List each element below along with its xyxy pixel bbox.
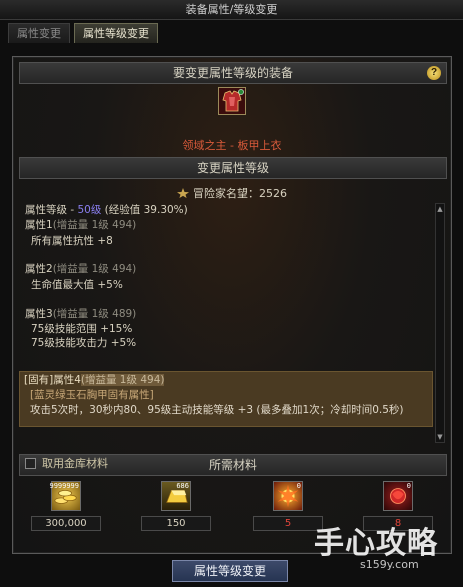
gold-bar-icon[interactable]: 686	[161, 481, 191, 511]
watermark-main: 手心攻略	[314, 526, 438, 561]
armor-icon	[219, 88, 245, 114]
use-storage-label: 取用金库材料	[42, 457, 108, 470]
tab-attribute-level-change[interactable]: 属性等级变更	[74, 23, 158, 43]
equipment-slot[interactable]	[218, 87, 246, 115]
materials-section-title: 所需材料	[208, 458, 257, 472]
fixed-attribute-title: [固有]属性4(增益量 1级 494)	[24, 374, 165, 386]
fixed-attribute-description: 攻击5次时，30秒内80、95级主动技能等级 +3 (最多叠加1次；冷却时间0.…	[30, 404, 404, 416]
attribute-level-change-button[interactable]: 属性等级变更	[172, 560, 288, 582]
equipment-name: 领域之主 - 板甲上衣	[182, 139, 282, 152]
attribute-scrollbar[interactable]: ▲ ▼	[435, 203, 445, 443]
material-badge: 0	[406, 482, 411, 490]
fixed-attribute-4[interactable]: [固有]属性4(增益量 1级 494) [蓝灵绿玉石胸甲固有属性] 攻击5次时，…	[19, 371, 433, 427]
tab-attribute-change[interactable]: 属性变更	[8, 23, 70, 43]
material-gold-bar: 686 150	[141, 481, 211, 531]
help-icon[interactable]: ?	[427, 66, 441, 80]
equip-section-header: 要变更属性等级的装备 ?	[19, 62, 447, 84]
attribute-2-effect: 生命值最大值 +5%	[31, 279, 123, 291]
tab-bar: 属性变更 属性等级变更	[8, 23, 158, 45]
material-amount: 150	[141, 516, 211, 531]
fame-icon	[177, 188, 189, 198]
scroll-up-arrow-icon[interactable]: ▲	[436, 204, 444, 214]
material-amount: 300,000	[31, 516, 101, 531]
adventurer-fame: 冒险家名望：2526	[13, 185, 451, 201]
main-panel: 要变更属性等级的装备 ? 领域之主 - 板甲上衣 变更属性等级 冒险家名望：25…	[12, 56, 452, 554]
material-gold: 9999999 300,000	[31, 481, 101, 531]
attribute-1-title: 属性1(增益量 1级 494)	[25, 219, 137, 231]
attribute-1-effect: 所有属性抗性 +8	[31, 235, 113, 247]
fame-label: 冒险家名望：2526	[193, 187, 287, 200]
change-section-title: 变更属性等级	[196, 161, 269, 175]
material-badge: 0	[296, 482, 301, 490]
attribute-3-title: 属性3(增益量 1级 489)	[25, 308, 137, 320]
material-badge: 686	[176, 482, 189, 490]
attribute-2-title: 属性2(增益量 1级 494)	[25, 263, 137, 275]
red-orb-icon[interactable]: 0	[383, 481, 413, 511]
equip-section-title: 要变更属性等级的装备	[172, 66, 293, 80]
gold-coins-icon[interactable]: 9999999	[49, 481, 81, 511]
attribute-3-effect-damage: 75级技能攻击力 +5%	[31, 337, 137, 349]
site-watermark: 手心攻略 s159y.com	[296, 518, 456, 584]
scroll-down-arrow-icon[interactable]: ▼	[436, 432, 444, 442]
attribute-level-line: 属性等级 - 50级 (经验值 39.30%)	[25, 204, 188, 216]
change-section-header: 变更属性等级	[19, 157, 447, 179]
fire-orb-icon[interactable]: 0	[273, 481, 303, 511]
use-storage-materials[interactable]: 取用金库材料	[25, 455, 108, 471]
watermark-sub: s159y.com	[360, 558, 419, 571]
window-title: 装备属性/等级变更	[0, 0, 463, 20]
material-badge: 9999999	[49, 482, 79, 490]
use-storage-checkbox[interactable]	[25, 457, 36, 469]
fixed-attribute-source: [蓝灵绿玉石胸甲固有属性]	[30, 389, 154, 401]
attribute-level-value: 50级	[77, 204, 102, 216]
attribute-3-effect-range: 75级技能范围 +15%	[31, 323, 133, 335]
attribute-list: 属性等级 - 50级 (经验值 39.30%) 属性1(增益量 1级 494) …	[19, 203, 433, 443]
